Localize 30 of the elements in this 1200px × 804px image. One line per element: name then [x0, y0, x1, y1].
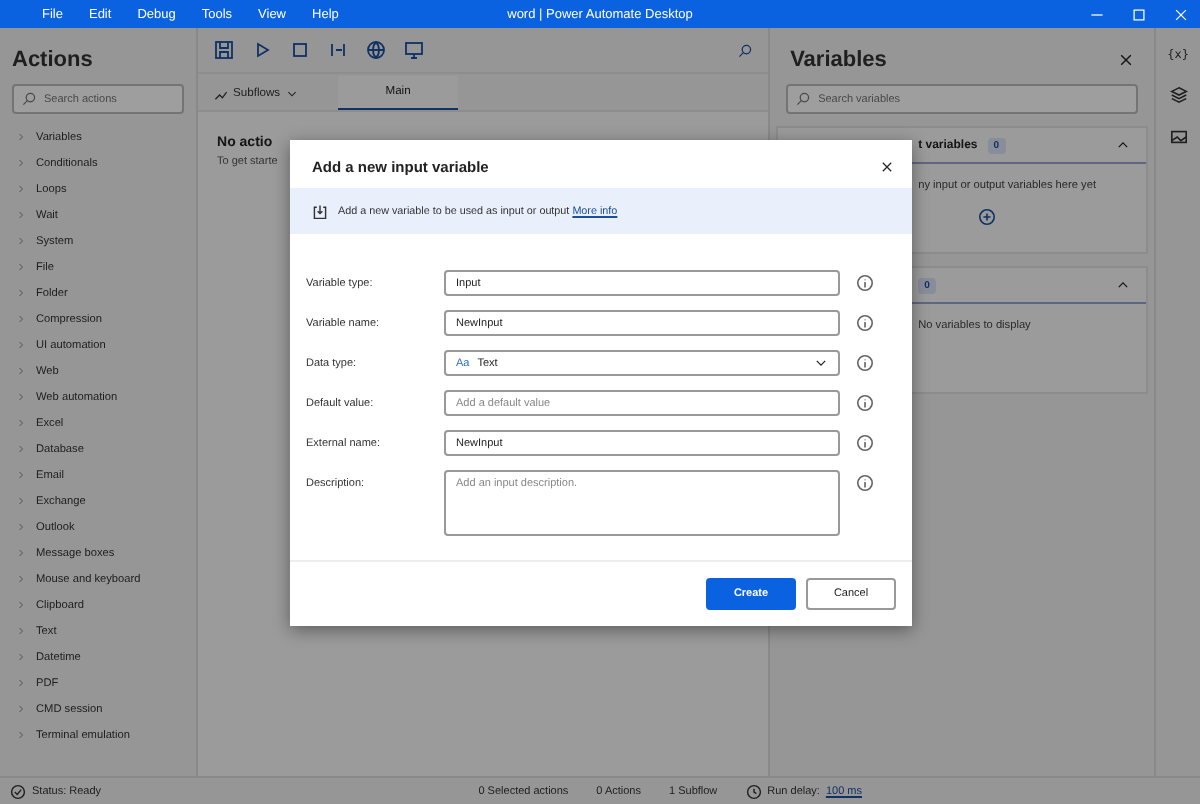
save-icon[interactable] [213, 40, 234, 60]
chevron-up-icon[interactable] [1116, 278, 1131, 292]
close-icon[interactable] [880, 160, 894, 174]
check-circle-icon[interactable] [10, 784, 26, 800]
chevron-up-icon[interactable] [1116, 138, 1131, 152]
info-icon[interactable] [856, 274, 874, 292]
panel-title: Actions [10, 46, 95, 76]
add-icon[interactable] [978, 208, 997, 226]
info-icon[interactable] [856, 434, 874, 452]
info-icon[interactable] [856, 394, 874, 412]
info-icon[interactable] [856, 314, 874, 332]
subflow-icon[interactable] [213, 87, 228, 101]
stop-icon[interactable] [289, 40, 310, 60]
clock-icon[interactable] [745, 784, 762, 800]
layers-icon[interactable] [1169, 86, 1188, 104]
image-icon[interactable] [1169, 128, 1188, 146]
monitor-icon[interactable] [403, 40, 424, 60]
chevron-down-icon[interactable] [814, 356, 828, 370]
step-icon[interactable] [327, 40, 348, 60]
search-icon[interactable] [22, 92, 36, 106]
search-icon[interactable] [796, 92, 811, 106]
info-icon[interactable] [856, 474, 874, 492]
play-icon[interactable] [251, 40, 272, 60]
globe-icon[interactable] [365, 40, 386, 60]
panel-title: Variables [790, 48, 887, 72]
search-icon[interactable] [738, 43, 753, 57]
close-icon[interactable] [1118, 52, 1135, 68]
info-icon[interactable] [856, 354, 874, 372]
import-icon[interactable] [312, 203, 328, 219]
maximize-icon[interactable] [1132, 7, 1146, 21]
